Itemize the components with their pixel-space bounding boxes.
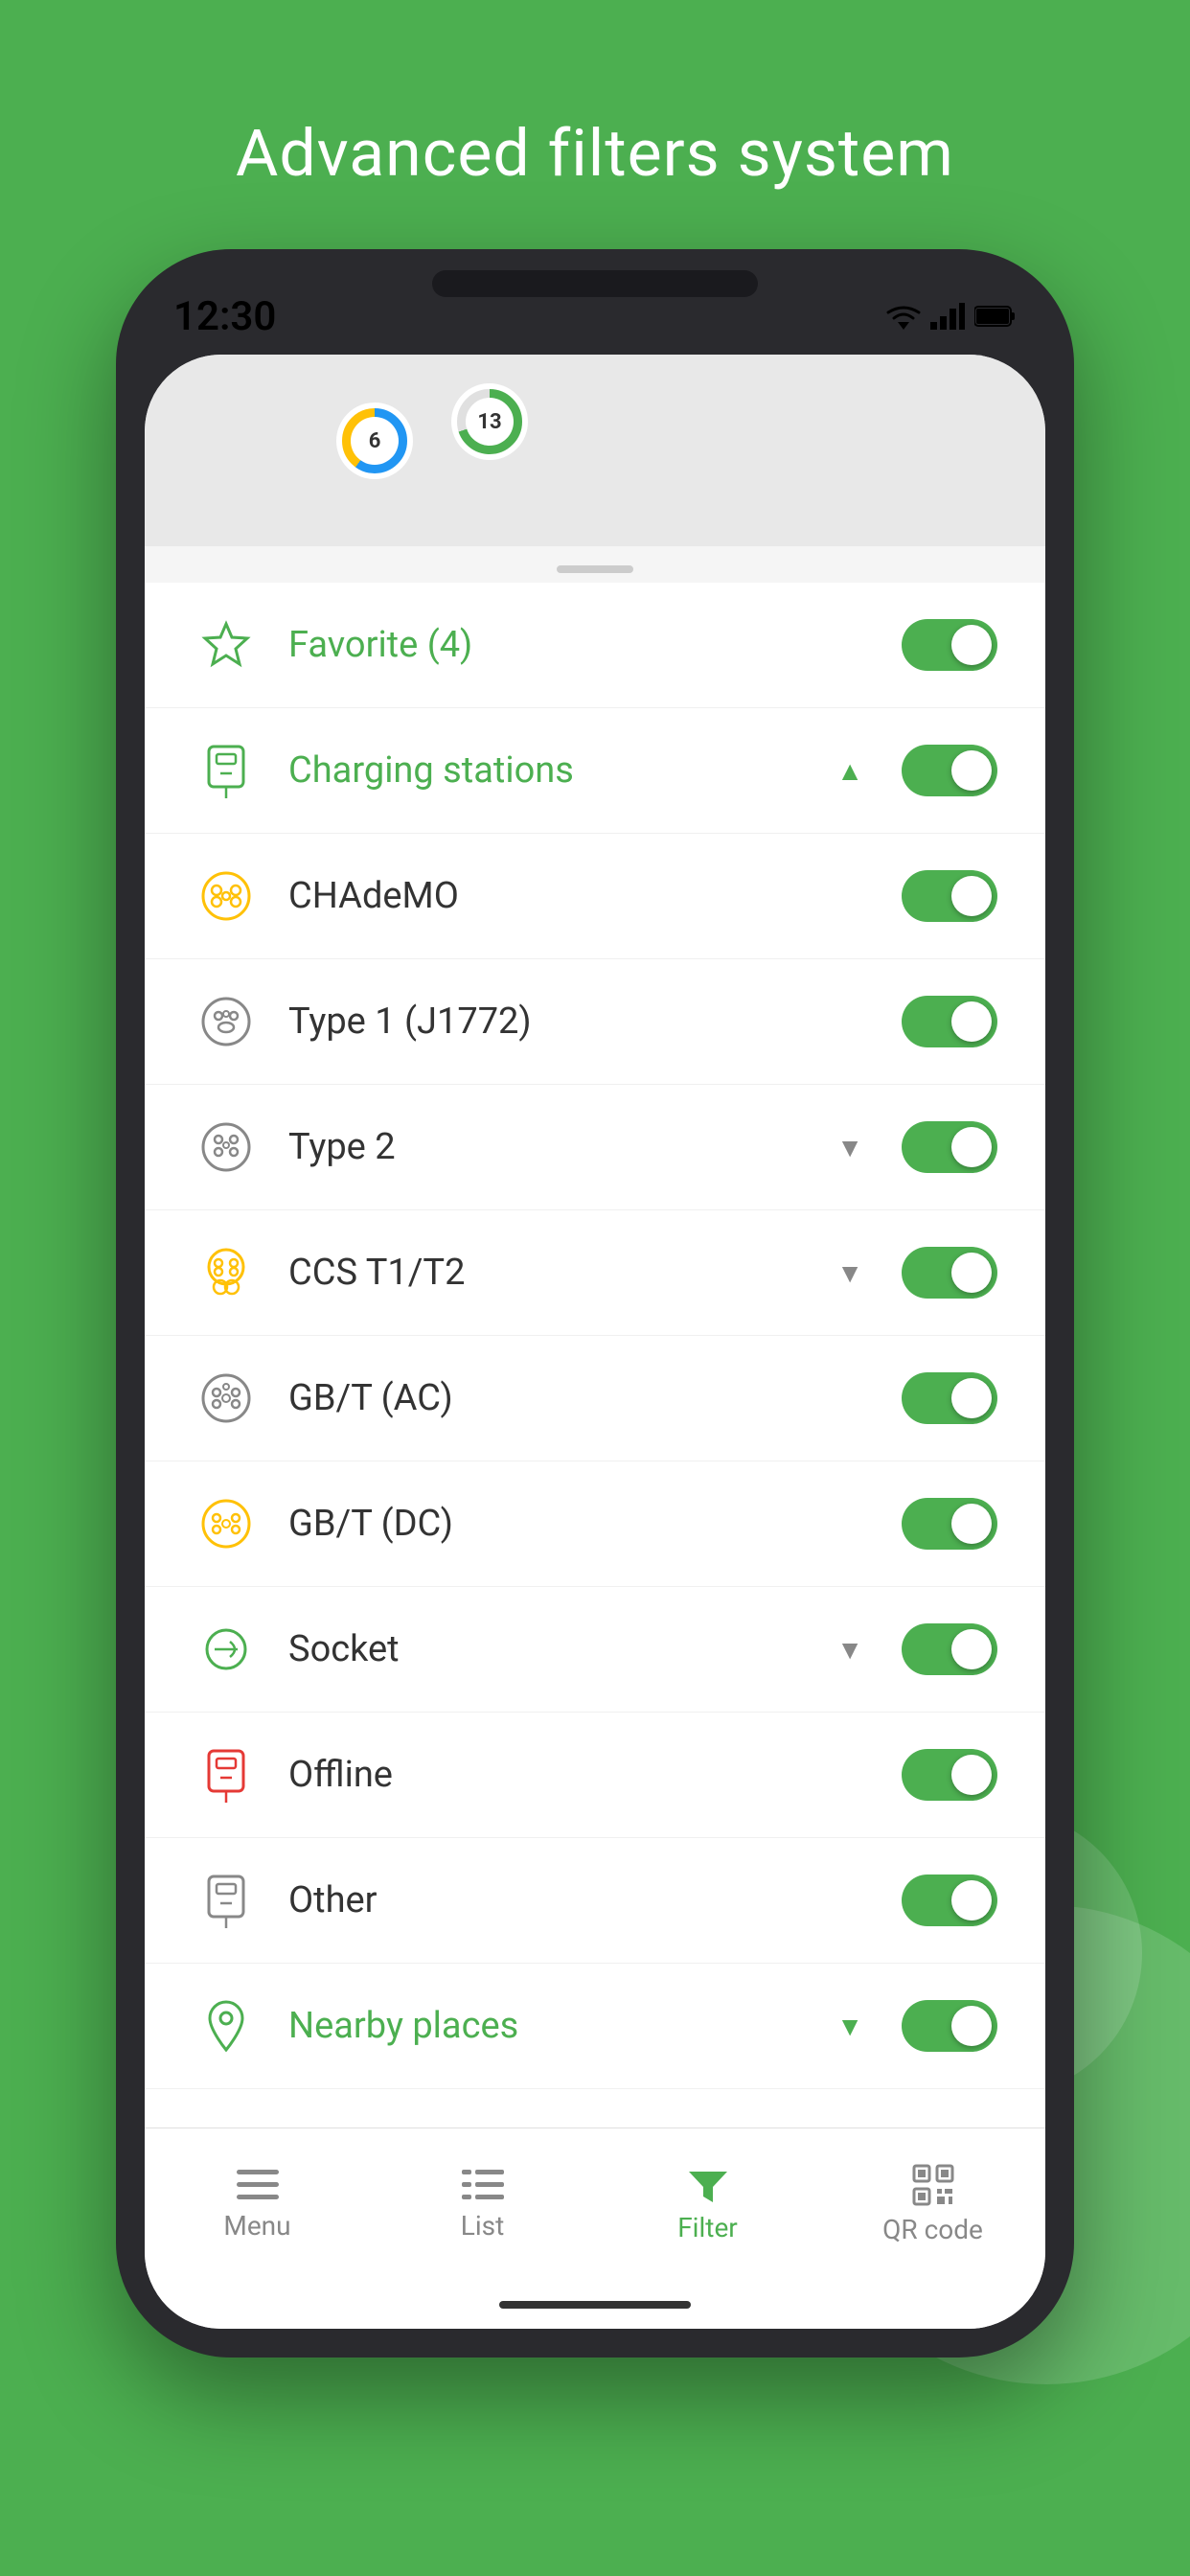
type1-icon — [193, 988, 260, 1055]
filter-item-gbt-dc[interactable]: GB/T (DC) — [145, 1461, 1045, 1587]
other-label: Other — [288, 1879, 902, 1921]
charging-label: Charging stations — [288, 749, 827, 792]
chademo-toggle[interactable] — [902, 870, 997, 922]
map-marker-2: 13 — [451, 383, 528, 460]
type1-toggle[interactable] — [902, 996, 997, 1047]
nav-qr-label: QR code — [882, 2214, 983, 2245]
bottom-nav: Menu List — [145, 2128, 1045, 2281]
filter-icon — [689, 2166, 727, 2204]
nav-item-filter[interactable]: Filter — [595, 2166, 820, 2243]
gbt-ac-label: GB/T (AC) — [288, 1377, 902, 1419]
map-marker-1: 6 — [336, 402, 413, 479]
signal-icon — [930, 303, 965, 330]
favorite-toggle[interactable] — [902, 619, 997, 671]
nav-item-menu[interactable]: Menu — [145, 2168, 370, 2242]
list-icon — [462, 2168, 504, 2202]
chademo-label: CHAdeMO — [288, 875, 902, 917]
filter-item-offline[interactable]: Offline — [145, 1713, 1045, 1838]
socket-chevron: ▼ — [836, 1634, 863, 1666]
gbt-dc-icon — [193, 1490, 260, 1557]
filter-item-type1[interactable]: Type 1 (J1772) — [145, 959, 1045, 1085]
filter-item-favorite[interactable]: Favorite (4) — [145, 583, 1045, 708]
nav-item-qr[interactable]: QR code — [820, 2164, 1045, 2245]
ccs-toggle[interactable] — [902, 1247, 997, 1299]
ccs-label: CCS T1/T2 — [288, 1252, 827, 1294]
gbt-ac-toggle[interactable] — [902, 1372, 997, 1424]
filter-item-socket[interactable]: Socket ▼ — [145, 1587, 1045, 1713]
phone-frame: 12:30 — [116, 249, 1074, 2358]
nav-item-list[interactable]: List — [370, 2168, 595, 2242]
filter-item-type2[interactable]: Type 2 ▼ — [145, 1085, 1045, 1210]
nav-menu-label: Menu — [223, 2210, 290, 2242]
nearby-icon — [193, 1992, 260, 2059]
offline-toggle[interactable] — [902, 1749, 997, 1801]
filter-item-ccs[interactable]: CCS T1/T2 ▼ — [145, 1210, 1045, 1336]
ccs-icon — [193, 1239, 260, 1306]
gbt-ac-icon — [193, 1365, 260, 1432]
filter-item-gbt-ac[interactable]: GB/T (AC) — [145, 1336, 1045, 1461]
qr-icon — [912, 2164, 954, 2206]
phone-notch — [432, 270, 758, 297]
nearby-toggle[interactable] — [902, 2000, 997, 2052]
charging-chevron: ▲ — [836, 755, 863, 787]
socket-icon — [193, 1616, 260, 1683]
filter-item-nearby[interactable]: Nearby places ▼ — [145, 1964, 1045, 2089]
charging-toggle[interactable] — [902, 745, 997, 796]
status-icons — [886, 303, 1017, 330]
page-title: Advanced filters system — [236, 115, 954, 192]
charging-icon — [193, 737, 260, 804]
type2-icon — [193, 1114, 260, 1181]
other-toggle[interactable] — [902, 1874, 997, 1926]
type2-chevron: ▼ — [836, 1132, 863, 1163]
home-bar — [499, 2301, 691, 2309]
sheet-handle — [145, 546, 1045, 583]
other-icon — [193, 1867, 260, 1934]
nav-list-label: List — [461, 2210, 505, 2242]
status-time: 12:30 — [173, 293, 276, 340]
offline-label: Offline — [288, 1754, 902, 1796]
type2-label: Type 2 — [288, 1126, 827, 1168]
chademo-icon — [193, 862, 260, 930]
favorite-label: Favorite (4) — [288, 624, 902, 666]
gbt-dc-toggle[interactable] — [902, 1498, 997, 1550]
filter-item-chademo[interactable]: CHAdeMO — [145, 834, 1045, 959]
filter-item-other[interactable]: Other — [145, 1838, 1045, 1964]
type2-toggle[interactable] — [902, 1121, 997, 1173]
nearby-chevron: ▼ — [836, 2011, 863, 2042]
type1-label: Type 1 (J1772) — [288, 1000, 902, 1043]
socket-toggle[interactable] — [902, 1623, 997, 1675]
battery-icon — [974, 305, 1017, 328]
socket-label: Socket — [288, 1628, 827, 1670]
screen: 6 13 Favorite (4) — [145, 355, 1045, 2329]
favorite-icon — [193, 611, 260, 678]
filter-list[interactable]: Favorite (4) Charging stations ▲ — [145, 583, 1045, 2128]
offline-icon — [193, 1741, 260, 1808]
wifi-icon — [886, 303, 921, 330]
gbt-dc-label: GB/T (DC) — [288, 1503, 902, 1545]
nearby-label: Nearby places — [288, 2005, 827, 2047]
menu-icon — [237, 2168, 279, 2202]
nav-filter-label: Filter — [677, 2212, 738, 2243]
map-preview: 6 13 — [145, 355, 1045, 546]
ccs-chevron: ▼ — [836, 1257, 863, 1289]
handle-bar — [557, 565, 633, 573]
filter-item-charging[interactable]: Charging stations ▲ — [145, 708, 1045, 834]
home-indicator — [145, 2281, 1045, 2329]
